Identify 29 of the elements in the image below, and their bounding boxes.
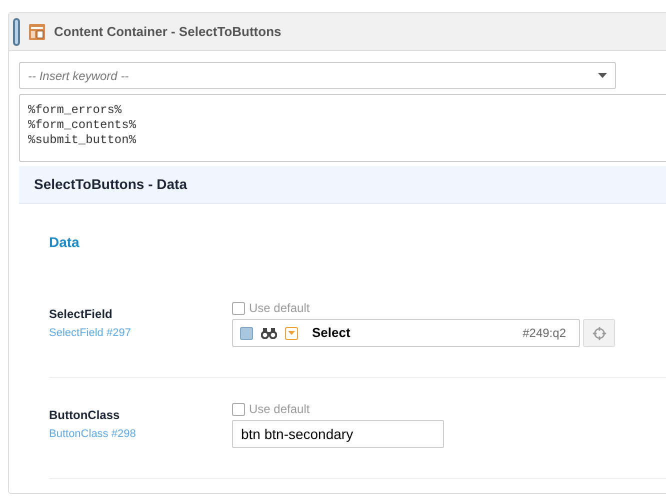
drag-handle-icon[interactable] [13, 18, 20, 46]
group-heading: Data [49, 234, 80, 250]
field-label: ButtonClass [49, 407, 121, 424]
selected-value: Select [312, 324, 350, 342]
dropdown-icon[interactable] [285, 326, 298, 340]
checkbox[interactable] [232, 302, 245, 314]
template-editor[interactable]: %form_errors% %form_contents% %submit_button% [19, 94, 666, 162]
select-field[interactable]: Select #249:q2 [232, 319, 580, 347]
checkbox[interactable] [232, 402, 245, 416]
field-reference: ButtonClass #298 [49, 427, 137, 442]
crosshair-icon [592, 326, 606, 340]
checkbox-label: Use default [249, 401, 310, 418]
code-line: %form_errors% [28, 103, 123, 118]
color-swatch-icon [240, 326, 253, 340]
placeholder: -- Insert keyword -- [28, 68, 129, 84]
keyword-select[interactable]: -- Insert keyword -- [19, 62, 616, 89]
field-label: SelectField [49, 306, 114, 323]
field-reference: SelectField #297 [49, 326, 132, 341]
section-title: SelectToButtons - Data [34, 175, 187, 194]
target-button[interactable] [583, 319, 615, 347]
text-field[interactable]: btn btn-secondary [232, 420, 444, 448]
binoculars-icon [261, 327, 277, 339]
panel-title: Content Container - SelectToButtons [54, 22, 282, 41]
container-icon [28, 22, 46, 40]
code-line: %submit_button% [28, 133, 138, 148]
code-line: %form_contents% [28, 118, 138, 133]
item-id: #249:q2 [522, 325, 566, 342]
caret-icon [598, 73, 607, 78]
checkbox-label: Use default [249, 300, 310, 317]
